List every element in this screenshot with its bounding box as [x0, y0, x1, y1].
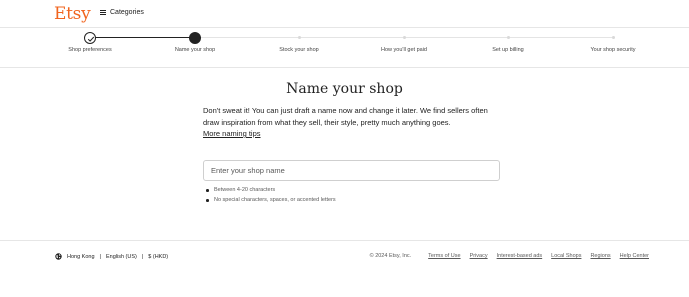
- etsy-logo[interactable]: Etsy: [54, 4, 91, 24]
- step-current-indicator: [189, 32, 201, 44]
- regions-link[interactable]: Regions: [590, 253, 610, 259]
- progress-track-complete: [89, 37, 194, 38]
- interest-based-ads-link[interactable]: Interest-based ads: [497, 253, 543, 259]
- shop-name-requirements: Between 4-20 characters No special chara…: [206, 185, 336, 205]
- copyright-text: © 2024 Etsy, Inc.: [369, 253, 412, 259]
- step-label: Your shop security: [590, 47, 636, 53]
- checkmark-icon: [87, 36, 95, 42]
- more-naming-tips-link[interactable]: More naming tips: [203, 129, 261, 138]
- step-label: Shop preferences: [68, 47, 112, 53]
- locale-settings-button[interactable]: Hong Kong | English (US) | $ (HKD): [55, 253, 168, 260]
- menu-icon: [100, 10, 106, 15]
- currency-label: $ (HKD): [148, 253, 169, 260]
- legal-links: © 2024 Etsy, Inc. Terms of Use Privacy I…: [370, 253, 649, 259]
- terms-of-use-link[interactable]: Terms of Use: [428, 253, 460, 259]
- step-upcoming-indicator: [507, 36, 510, 39]
- page-title: Name your shop: [286, 81, 403, 97]
- separator: |: [99, 253, 101, 260]
- step-upcoming-indicator: [298, 36, 301, 39]
- shop-name-input[interactable]: [203, 160, 500, 181]
- step-upcoming-indicator: [403, 36, 406, 39]
- requirement-item: Between 4-20 characters: [206, 185, 336, 195]
- step-label: Stock your shop: [279, 47, 319, 53]
- site-footer: Hong Kong | English (US) | $ (HKD) © 202…: [0, 240, 689, 297]
- help-center-link[interactable]: Help Center: [620, 253, 649, 259]
- local-shops-link[interactable]: Local Shops: [551, 253, 581, 259]
- language-label: English (US): [105, 253, 137, 260]
- intro-text: Don't sweat it! You can just draft a nam…: [203, 106, 488, 127]
- categories-label: Categories: [110, 9, 144, 16]
- step-complete-indicator: [84, 32, 96, 44]
- privacy-link[interactable]: Privacy: [470, 253, 488, 259]
- onboarding-progress: Shop preferences Name your shop Stock yo…: [0, 28, 689, 68]
- region-label: Hong Kong: [67, 253, 95, 260]
- step-label: Name your shop: [174, 47, 216, 53]
- step-label: Set up billing: [492, 47, 524, 53]
- categories-button[interactable]: Categories: [100, 9, 144, 16]
- requirement-item: No special characters, spaces, or accent…: [206, 195, 336, 205]
- separator: |: [141, 253, 144, 260]
- site-header: Etsy Categories: [0, 0, 689, 28]
- step-label: How you'll get paid: [381, 47, 427, 53]
- globe-icon: [55, 253, 62, 260]
- step-upcoming-indicator: [612, 36, 615, 39]
